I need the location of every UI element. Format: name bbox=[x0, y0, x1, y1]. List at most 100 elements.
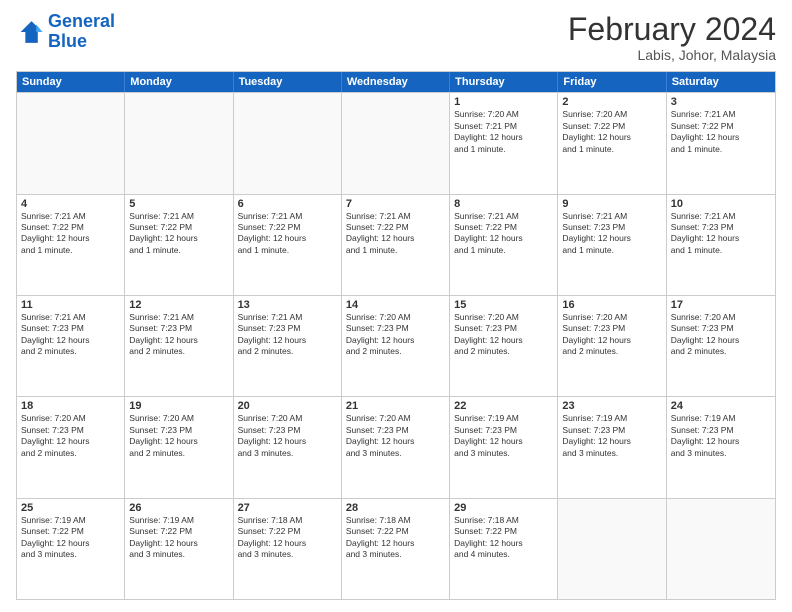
cal-cell: 10Sunrise: 7:21 AMSunset: 7:23 PMDayligh… bbox=[667, 195, 775, 295]
day-info: Sunrise: 7:21 AMSunset: 7:23 PMDaylight:… bbox=[129, 312, 228, 358]
cal-cell: 21Sunrise: 7:20 AMSunset: 7:23 PMDayligh… bbox=[342, 397, 450, 497]
logo-line1: General bbox=[48, 11, 115, 31]
day-info: Sunrise: 7:19 AMSunset: 7:23 PMDaylight:… bbox=[562, 413, 661, 459]
page: General Blue February 2024 Labis, Johor,… bbox=[0, 0, 792, 612]
cal-cell: 9Sunrise: 7:21 AMSunset: 7:23 PMDaylight… bbox=[558, 195, 666, 295]
cal-cell: 12Sunrise: 7:21 AMSunset: 7:23 PMDayligh… bbox=[125, 296, 233, 396]
header-day-friday: Friday bbox=[558, 72, 666, 92]
cal-cell bbox=[558, 499, 666, 599]
day-info: Sunrise: 7:19 AMSunset: 7:23 PMDaylight:… bbox=[454, 413, 553, 459]
day-number: 23 bbox=[562, 400, 661, 412]
day-info: Sunrise: 7:20 AMSunset: 7:22 PMDaylight:… bbox=[562, 109, 661, 155]
cal-cell: 4Sunrise: 7:21 AMSunset: 7:22 PMDaylight… bbox=[17, 195, 125, 295]
day-info: Sunrise: 7:21 AMSunset: 7:22 PMDaylight:… bbox=[671, 109, 771, 155]
header: General Blue February 2024 Labis, Johor,… bbox=[16, 12, 776, 63]
cal-cell: 6Sunrise: 7:21 AMSunset: 7:22 PMDaylight… bbox=[234, 195, 342, 295]
cal-cell: 27Sunrise: 7:18 AMSunset: 7:22 PMDayligh… bbox=[234, 499, 342, 599]
calendar-row-2: 4Sunrise: 7:21 AMSunset: 7:22 PMDaylight… bbox=[17, 194, 775, 295]
day-info: Sunrise: 7:20 AMSunset: 7:23 PMDaylight:… bbox=[562, 312, 661, 358]
cal-cell: 11Sunrise: 7:21 AMSunset: 7:23 PMDayligh… bbox=[17, 296, 125, 396]
day-info: Sunrise: 7:19 AMSunset: 7:23 PMDaylight:… bbox=[671, 413, 771, 459]
day-info: Sunrise: 7:21 AMSunset: 7:22 PMDaylight:… bbox=[21, 211, 120, 257]
day-info: Sunrise: 7:20 AMSunset: 7:21 PMDaylight:… bbox=[454, 109, 553, 155]
header-day-saturday: Saturday bbox=[667, 72, 775, 92]
calendar: SundayMondayTuesdayWednesdayThursdayFrid… bbox=[16, 71, 776, 600]
day-number: 5 bbox=[129, 198, 228, 210]
cal-cell bbox=[667, 499, 775, 599]
cal-cell: 26Sunrise: 7:19 AMSunset: 7:22 PMDayligh… bbox=[125, 499, 233, 599]
header-day-thursday: Thursday bbox=[450, 72, 558, 92]
day-number: 19 bbox=[129, 400, 228, 412]
cal-cell: 3Sunrise: 7:21 AMSunset: 7:22 PMDaylight… bbox=[667, 93, 775, 193]
day-info: Sunrise: 7:18 AMSunset: 7:22 PMDaylight:… bbox=[238, 515, 337, 561]
header-day-wednesday: Wednesday bbox=[342, 72, 450, 92]
day-info: Sunrise: 7:20 AMSunset: 7:23 PMDaylight:… bbox=[454, 312, 553, 358]
logo-line2: Blue bbox=[48, 31, 87, 51]
day-number: 15 bbox=[454, 299, 553, 311]
day-number: 7 bbox=[346, 198, 445, 210]
logo-icon bbox=[16, 18, 44, 46]
title-block: February 2024 Labis, Johor, Malaysia bbox=[568, 12, 776, 63]
day-info: Sunrise: 7:20 AMSunset: 7:23 PMDaylight:… bbox=[238, 413, 337, 459]
day-info: Sunrise: 7:18 AMSunset: 7:22 PMDaylight:… bbox=[346, 515, 445, 561]
cal-cell: 8Sunrise: 7:21 AMSunset: 7:22 PMDaylight… bbox=[450, 195, 558, 295]
cal-cell: 23Sunrise: 7:19 AMSunset: 7:23 PMDayligh… bbox=[558, 397, 666, 497]
day-info: Sunrise: 7:21 AMSunset: 7:22 PMDaylight:… bbox=[454, 211, 553, 257]
cal-cell bbox=[125, 93, 233, 193]
day-number: 3 bbox=[671, 96, 771, 108]
day-number: 16 bbox=[562, 299, 661, 311]
cal-cell: 20Sunrise: 7:20 AMSunset: 7:23 PMDayligh… bbox=[234, 397, 342, 497]
day-number: 8 bbox=[454, 198, 553, 210]
cal-cell: 19Sunrise: 7:20 AMSunset: 7:23 PMDayligh… bbox=[125, 397, 233, 497]
day-number: 9 bbox=[562, 198, 661, 210]
calendar-row-3: 11Sunrise: 7:21 AMSunset: 7:23 PMDayligh… bbox=[17, 295, 775, 396]
day-number: 22 bbox=[454, 400, 553, 412]
day-info: Sunrise: 7:21 AMSunset: 7:23 PMDaylight:… bbox=[238, 312, 337, 358]
day-number: 21 bbox=[346, 400, 445, 412]
cal-cell: 16Sunrise: 7:20 AMSunset: 7:23 PMDayligh… bbox=[558, 296, 666, 396]
day-number: 20 bbox=[238, 400, 337, 412]
calendar-header: SundayMondayTuesdayWednesdayThursdayFrid… bbox=[17, 72, 775, 92]
calendar-row-4: 18Sunrise: 7:20 AMSunset: 7:23 PMDayligh… bbox=[17, 396, 775, 497]
cal-cell: 1Sunrise: 7:20 AMSunset: 7:21 PMDaylight… bbox=[450, 93, 558, 193]
day-info: Sunrise: 7:21 AMSunset: 7:23 PMDaylight:… bbox=[562, 211, 661, 257]
cal-cell: 14Sunrise: 7:20 AMSunset: 7:23 PMDayligh… bbox=[342, 296, 450, 396]
day-number: 1 bbox=[454, 96, 553, 108]
day-info: Sunrise: 7:21 AMSunset: 7:22 PMDaylight:… bbox=[129, 211, 228, 257]
day-info: Sunrise: 7:19 AMSunset: 7:22 PMDaylight:… bbox=[129, 515, 228, 561]
day-number: 10 bbox=[671, 198, 771, 210]
day-info: Sunrise: 7:20 AMSunset: 7:23 PMDaylight:… bbox=[21, 413, 120, 459]
day-info: Sunrise: 7:20 AMSunset: 7:23 PMDaylight:… bbox=[129, 413, 228, 459]
day-info: Sunrise: 7:21 AMSunset: 7:22 PMDaylight:… bbox=[346, 211, 445, 257]
cal-cell bbox=[17, 93, 125, 193]
cal-cell: 13Sunrise: 7:21 AMSunset: 7:23 PMDayligh… bbox=[234, 296, 342, 396]
day-number: 24 bbox=[671, 400, 771, 412]
day-number: 29 bbox=[454, 502, 553, 514]
calendar-row-5: 25Sunrise: 7:19 AMSunset: 7:22 PMDayligh… bbox=[17, 498, 775, 599]
cal-cell: 7Sunrise: 7:21 AMSunset: 7:22 PMDaylight… bbox=[342, 195, 450, 295]
cal-cell bbox=[342, 93, 450, 193]
cal-cell: 18Sunrise: 7:20 AMSunset: 7:23 PMDayligh… bbox=[17, 397, 125, 497]
cal-cell: 15Sunrise: 7:20 AMSunset: 7:23 PMDayligh… bbox=[450, 296, 558, 396]
cal-cell: 28Sunrise: 7:18 AMSunset: 7:22 PMDayligh… bbox=[342, 499, 450, 599]
cal-cell: 17Sunrise: 7:20 AMSunset: 7:23 PMDayligh… bbox=[667, 296, 775, 396]
day-info: Sunrise: 7:20 AMSunset: 7:23 PMDaylight:… bbox=[346, 413, 445, 459]
day-number: 13 bbox=[238, 299, 337, 311]
day-info: Sunrise: 7:21 AMSunset: 7:23 PMDaylight:… bbox=[21, 312, 120, 358]
day-number: 4 bbox=[21, 198, 120, 210]
cal-cell: 24Sunrise: 7:19 AMSunset: 7:23 PMDayligh… bbox=[667, 397, 775, 497]
day-info: Sunrise: 7:21 AMSunset: 7:23 PMDaylight:… bbox=[671, 211, 771, 257]
day-info: Sunrise: 7:18 AMSunset: 7:22 PMDaylight:… bbox=[454, 515, 553, 561]
logo: General Blue bbox=[16, 12, 115, 52]
day-number: 26 bbox=[129, 502, 228, 514]
day-number: 6 bbox=[238, 198, 337, 210]
day-info: Sunrise: 7:20 AMSunset: 7:23 PMDaylight:… bbox=[346, 312, 445, 358]
header-day-sunday: Sunday bbox=[17, 72, 125, 92]
day-number: 11 bbox=[21, 299, 120, 311]
day-number: 2 bbox=[562, 96, 661, 108]
day-info: Sunrise: 7:19 AMSunset: 7:22 PMDaylight:… bbox=[21, 515, 120, 561]
logo-text: General Blue bbox=[48, 12, 115, 52]
day-number: 14 bbox=[346, 299, 445, 311]
header-day-monday: Monday bbox=[125, 72, 233, 92]
day-number: 18 bbox=[21, 400, 120, 412]
